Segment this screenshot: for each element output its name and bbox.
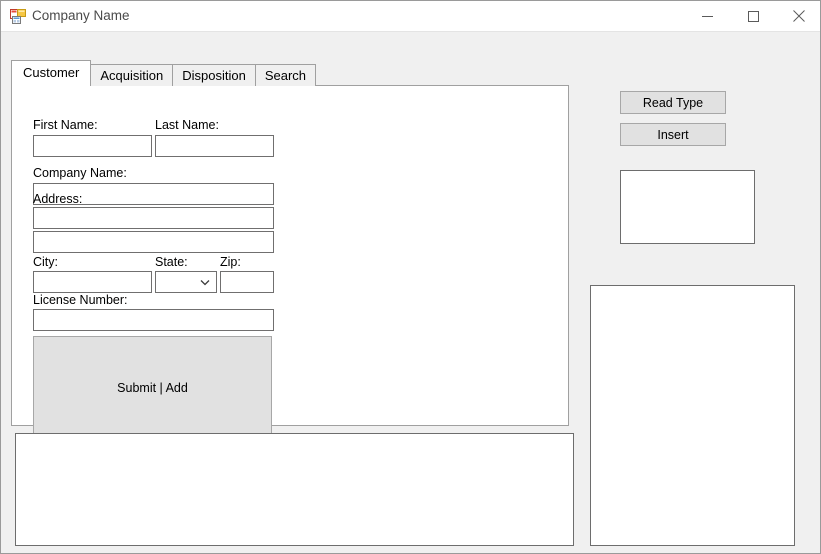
winforms-app-icon xyxy=(10,9,26,24)
output-small-panel-text xyxy=(621,171,754,177)
output-wide-panel[interactable] xyxy=(15,433,574,546)
address-label: Address: xyxy=(33,192,83,206)
minimize-icon xyxy=(701,15,713,17)
license-number-input[interactable] xyxy=(33,309,274,331)
maximize-button[interactable] xyxy=(730,1,776,31)
insert-button[interactable]: Insert xyxy=(620,123,726,146)
license-number-label: License Number: xyxy=(33,293,128,307)
application-window: Company Name Customer Acquisition Dispos… xyxy=(0,0,821,554)
state-label: State: xyxy=(155,255,188,269)
maximize-icon xyxy=(747,10,759,22)
tab-search[interactable]: Search xyxy=(254,64,317,86)
output-small-panel[interactable] xyxy=(620,170,755,244)
window-title: Company Name xyxy=(32,8,130,23)
first-name-input[interactable] xyxy=(33,135,152,157)
tab-strip: Customer Acquisition Disposition Search xyxy=(11,60,317,86)
tab-page-customer: First Name: Last Name: Company Name: Add… xyxy=(11,85,569,440)
submit-add-button[interactable]: Submit | Add xyxy=(33,336,272,440)
zip-input[interactable] xyxy=(220,271,274,293)
address-line1-input[interactable] xyxy=(33,207,274,229)
output-tall-panel[interactable] xyxy=(590,285,795,546)
title-bar: Company Name xyxy=(1,1,820,32)
city-label: City: xyxy=(33,255,58,269)
zip-label: Zip: xyxy=(220,255,241,269)
minimize-button[interactable] xyxy=(684,1,730,31)
last-name-label: Last Name: xyxy=(155,118,219,132)
city-input[interactable] xyxy=(33,271,152,293)
chevron-down-icon xyxy=(198,272,212,292)
tab-disposition[interactable]: Disposition xyxy=(172,64,256,86)
close-icon xyxy=(793,10,805,22)
read-type-button[interactable]: Read Type xyxy=(620,91,726,114)
close-button[interactable] xyxy=(776,1,820,31)
state-combobox[interactable] xyxy=(155,271,217,293)
output-wide-panel-text xyxy=(16,434,573,440)
address-line2-input[interactable] xyxy=(33,231,274,253)
tab-acquisition[interactable]: Acquisition xyxy=(90,64,174,86)
company-name-label: Company Name: xyxy=(33,166,127,180)
tab-control: Customer Acquisition Disposition Search … xyxy=(11,60,569,440)
first-name-label: First Name: xyxy=(33,118,98,132)
output-tall-panel-text xyxy=(591,286,794,292)
last-name-input[interactable] xyxy=(155,135,274,157)
state-combobox-value xyxy=(160,272,198,292)
tab-customer[interactable]: Customer xyxy=(11,60,92,86)
